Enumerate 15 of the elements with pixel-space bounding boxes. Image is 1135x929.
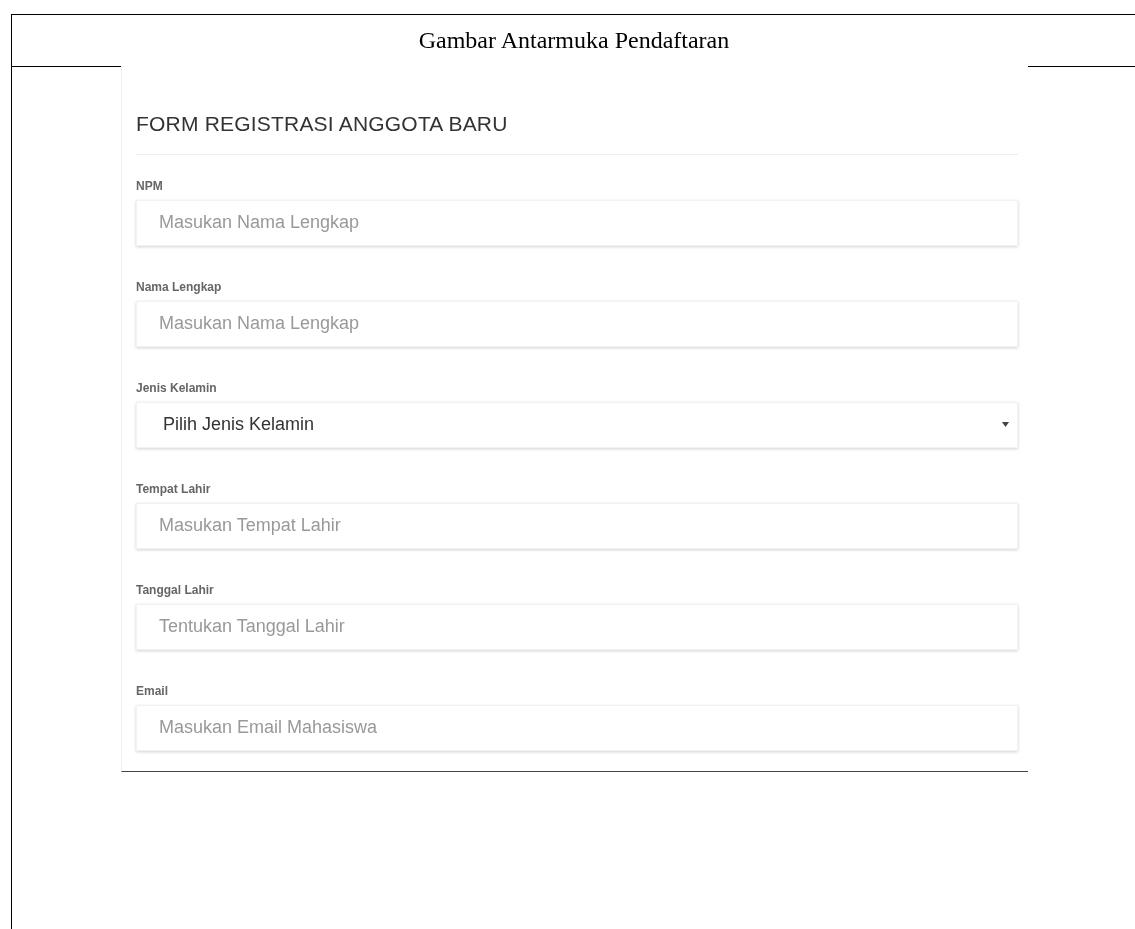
input-field[interactable]: Masukan Email Mahasiswa	[136, 704, 1018, 751]
input-field[interactable]: Tentukan Tanggal Lahir	[136, 603, 1018, 650]
field-label: Jenis Kelamin	[136, 379, 218, 396]
input-field[interactable]: Masukan Nama Lengkap	[136, 199, 1018, 246]
input-field[interactable]: Masukan Nama Lengkap	[136, 300, 1018, 347]
field-label: NPM	[136, 177, 164, 194]
caret-icon	[1002, 422, 1009, 427]
figure-caption: Gambar Antarmuka Pendaftaran	[418, 27, 730, 54]
form-title: FORM REGISTRASI ANGGOTA BARU	[136, 110, 509, 137]
field-label: Tempat Lahir	[136, 480, 212, 497]
field-label: Email	[136, 682, 169, 699]
input-field[interactable]: Masukan Tempat Lahir	[136, 502, 1018, 549]
select-field[interactable]: Pilih Jenis Kelamin	[136, 401, 1018, 448]
field-label: Nama Lengkap	[136, 278, 223, 295]
field-label: Tanggal Lahir	[136, 581, 215, 598]
